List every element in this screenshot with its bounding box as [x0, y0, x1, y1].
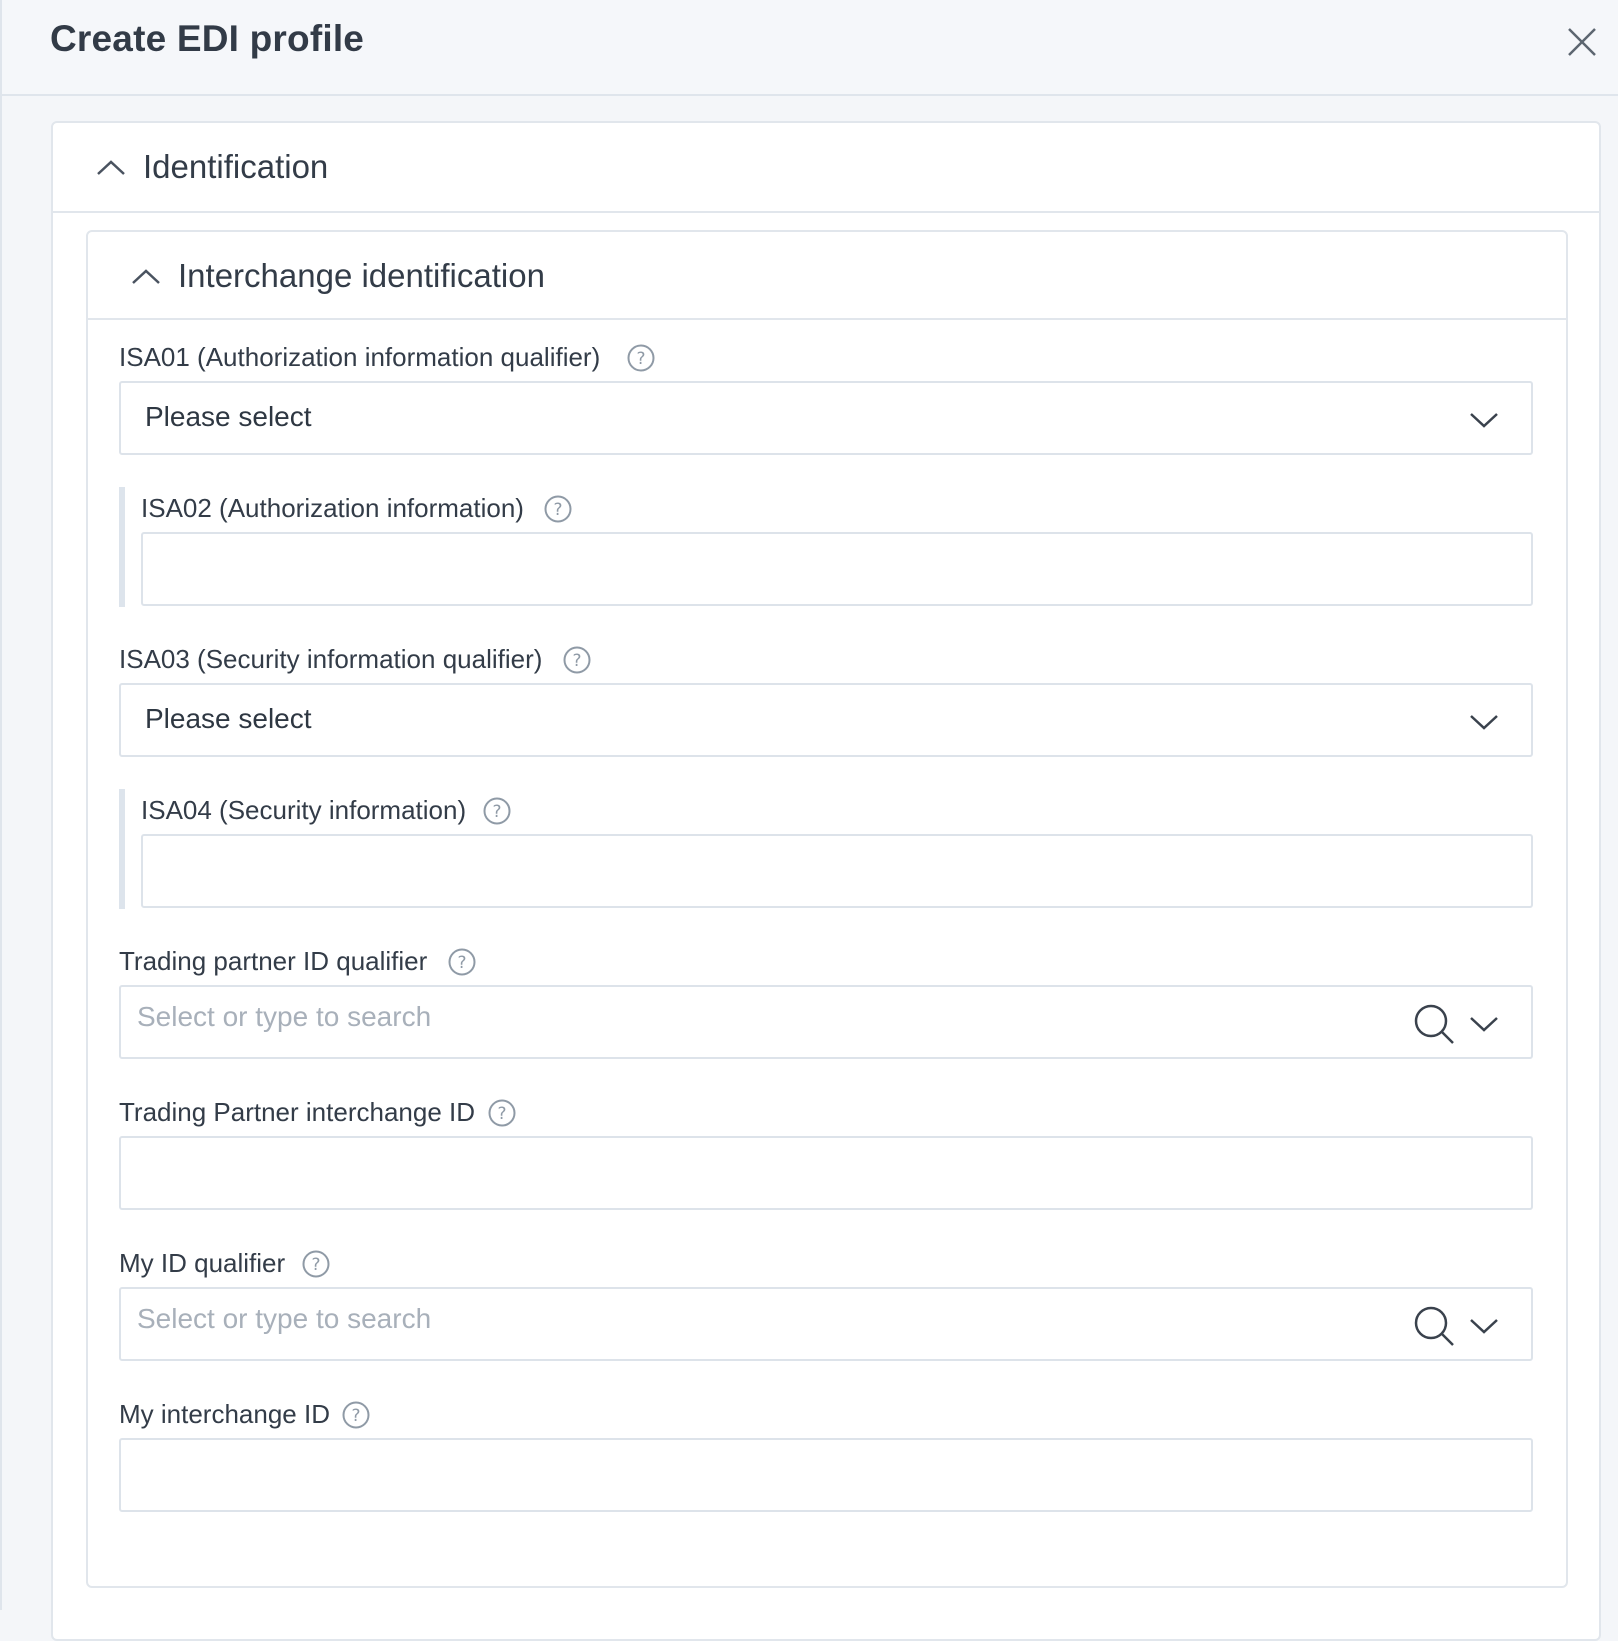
- search-icon[interactable]: [1413, 1003, 1455, 1045]
- svg-text:?: ?: [553, 500, 562, 520]
- tp-qualifier-placeholder: Select or type to search: [137, 1001, 432, 1032]
- help-icon[interactable]: ?: [483, 797, 511, 825]
- tp-interchange-id-input[interactable]: [119, 1136, 1533, 1210]
- svg-text:?: ?: [457, 953, 466, 973]
- section-title-identification: Identification: [143, 148, 329, 185]
- indent-bar: [119, 789, 125, 909]
- help-icon[interactable]: ?: [488, 1099, 516, 1127]
- isa03-value: Please select: [145, 703, 312, 734]
- identification-header[interactable]: Identification: [53, 123, 1599, 213]
- modal-header: Create EDI profile: [2, 0, 1618, 96]
- chevron-up-icon: [97, 160, 125, 175]
- svg-text:?: ?: [572, 651, 581, 671]
- tp-interchange-id-label: Trading Partner interchange ID: [119, 1097, 476, 1127]
- help-icon[interactable]: ?: [563, 646, 591, 674]
- help-icon[interactable]: ?: [448, 948, 476, 976]
- svg-text:?: ?: [636, 349, 645, 369]
- create-edi-profile-modal: Create EDI profile Identification Interc…: [0, 0, 1618, 1641]
- isa01-value: Please select: [145, 401, 312, 432]
- svg-text:?: ?: [497, 1104, 506, 1124]
- interchange-identification-section: Interchange identification ISA01 (Author…: [86, 230, 1568, 1588]
- my-interchange-id-label: My interchange ID: [119, 1399, 330, 1429]
- svg-text:?: ?: [351, 1406, 360, 1426]
- chevron-down-icon[interactable]: [1469, 1317, 1499, 1335]
- tp-qualifier-combobox[interactable]: Select or type to search: [119, 985, 1533, 1059]
- isa01-select[interactable]: Please select: [119, 381, 1533, 455]
- my-qualifier-placeholder: Select or type to search: [137, 1303, 432, 1334]
- help-icon[interactable]: ?: [544, 495, 572, 523]
- tp-qualifier-label: Trading partner ID qualifier: [119, 946, 428, 976]
- isa04-label: ISA04 (Security information): [141, 795, 467, 825]
- my-interchange-id-input[interactable]: [119, 1438, 1533, 1512]
- section-title-interchange: Interchange identification: [178, 257, 545, 294]
- help-icon[interactable]: ?: [302, 1250, 330, 1278]
- chevron-down-icon: [1470, 413, 1498, 428]
- search-icon[interactable]: [1413, 1305, 1455, 1347]
- help-icon[interactable]: ?: [342, 1401, 370, 1429]
- isa03-select[interactable]: Please select: [119, 683, 1533, 757]
- modal-title: Create EDI profile: [50, 18, 365, 59]
- isa01-label: ISA01 (Authorization information qualifi…: [119, 342, 601, 372]
- isa03-label: ISA03 (Security information qualifier): [119, 644, 543, 674]
- interchange-identification-header[interactable]: Interchange identification: [88, 232, 1566, 320]
- isa02-input[interactable]: [141, 532, 1533, 606]
- my-qualifier-combobox[interactable]: Select or type to search: [119, 1287, 1533, 1361]
- isa02-label: ISA02 (Authorization information): [141, 493, 524, 523]
- svg-text:?: ?: [492, 802, 501, 822]
- identification-section: Identification Interchange identificatio…: [51, 121, 1601, 1641]
- help-icon[interactable]: ?: [627, 344, 655, 372]
- my-qualifier-label: My ID qualifier: [119, 1248, 286, 1278]
- isa04-input[interactable]: [141, 834, 1533, 908]
- svg-text:?: ?: [311, 1255, 320, 1275]
- chevron-down-icon[interactable]: [1469, 1015, 1499, 1033]
- close-icon[interactable]: [1562, 22, 1602, 62]
- indent-bar: [119, 487, 125, 607]
- chevron-up-icon: [132, 269, 160, 284]
- chevron-down-icon: [1470, 715, 1498, 730]
